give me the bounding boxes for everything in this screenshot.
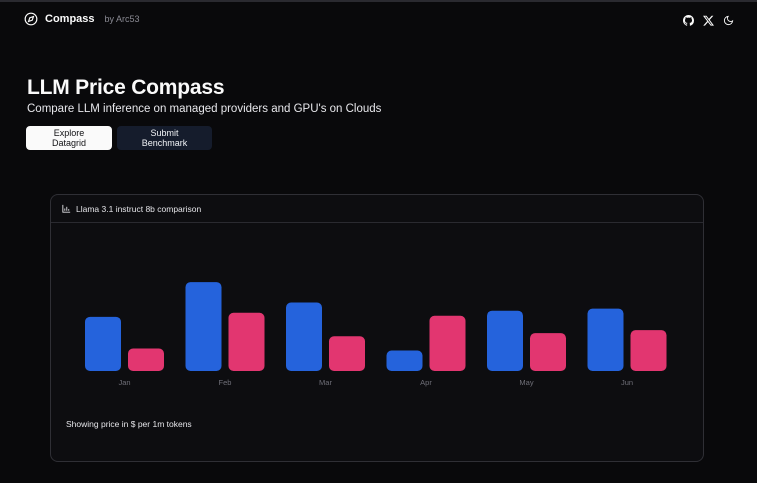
hero-actions: Explore Datagrid Submit Benchmark [26, 126, 212, 150]
bar-may-series-1[interactable] [487, 310, 523, 371]
bar-chart-icon [62, 200, 71, 218]
bar-feb-series-1[interactable] [185, 282, 222, 371]
top-nav: Compass by Arc53 [0, 2, 757, 36]
x-tick-label: Mar [319, 378, 332, 387]
explore-datagrid-button[interactable]: Explore Datagrid [26, 126, 112, 150]
bar-mar-series-2[interactable] [329, 336, 365, 371]
bar-jun-series-1[interactable] [587, 308, 624, 371]
theme-toggle-icon[interactable] [723, 15, 734, 26]
page-subtitle: Compare LLM inference on managed provide… [27, 103, 382, 115]
compass-icon [24, 12, 38, 26]
page-title: LLM Price Compass [27, 76, 225, 99]
bar-may-series-2[interactable] [530, 333, 566, 371]
submit-benchmark-button[interactable]: Submit Benchmark [117, 126, 212, 150]
bar-jan-series-1[interactable] [85, 316, 121, 371]
bar-jan-series-2[interactable] [128, 348, 164, 371]
bar-mar-series-1[interactable] [286, 302, 322, 371]
chart-card: Llama 3.1 instruct 8b comparison Jan Feb M… [50, 194, 704, 462]
card-footer: Showing price in $ per 1m tokens [66, 419, 192, 429]
brand-name: Compass [45, 13, 95, 25]
x-tick-label: Jun [621, 378, 633, 387]
header-icons [683, 13, 734, 27]
chart-area: Jan Feb Mar Apr May Jun [51, 224, 703, 414]
bar-feb-series-2[interactable] [228, 312, 265, 371]
card-title: Llama 3.1 instruct 8b comparison [76, 203, 202, 214]
bar-chart: Jan Feb Mar Apr May Jun [85, 282, 667, 387]
x-tick-label: Feb [219, 378, 232, 387]
x-tick-label: Apr [420, 378, 432, 387]
hero: LLM Price Compass Compare LLM inference … [27, 76, 727, 116]
x-tick-label: Jan [118, 378, 130, 387]
github-icon[interactable] [683, 14, 694, 26]
brand-by: by Arc53 [104, 14, 140, 24]
bar-apr-series-2[interactable] [429, 315, 466, 371]
bar-jun-series-2[interactable] [630, 330, 667, 371]
brand[interactable]: Compass by Arc53 [24, 11, 140, 27]
x-tick-label: May [519, 378, 533, 387]
bar-apr-series-1[interactable] [386, 350, 423, 371]
card-header: Llama 3.1 instruct 8b comparison [51, 195, 703, 223]
x-icon[interactable] [703, 15, 714, 26]
